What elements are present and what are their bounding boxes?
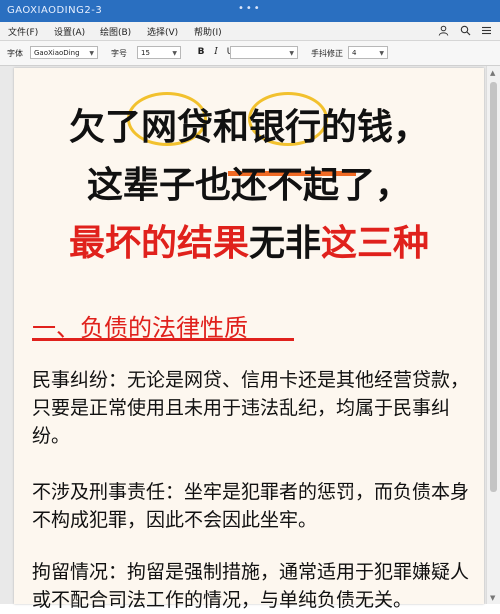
font-label: 字体 [7, 49, 23, 58]
menu-bar: 文件(F) 设置(A) 绘图(B) 选择(V) 帮助(I) [0, 22, 500, 41]
paragraph: 拘留情况：拘留是强制措施，通常适用于犯罪嫌疑人或不配合司法工作的情况，与单纯负债… [32, 561, 470, 611]
paragraph: 不涉及刑事责任：坐牢是犯罪者的惩罚，而负债本身不构成犯罪，因此不会因此坐牢。 [32, 481, 470, 531]
format-toolbar: 字体 GaoXiaoDing ▼ 字号 15 ▼ B I U ▼ 手抖修正 4 … [0, 41, 500, 66]
italic-button[interactable]: I [210, 47, 222, 57]
font-select[interactable]: GaoXiaoDing ▼ [30, 46, 98, 59]
menu-icon[interactable] [480, 25, 492, 37]
chevron-down-icon: ▼ [379, 50, 384, 57]
bold-button[interactable]: B [195, 47, 207, 57]
document-page[interactable]: 欠了网贷和银行的钱， 这辈子也还不起了， 最坏的结果无非这三种 一、负债的法律性… [14, 68, 484, 611]
menu-settings[interactable]: 设置(A) [54, 25, 85, 38]
chevron-down-icon: ▼ [89, 50, 94, 57]
menu-help[interactable]: 帮助(I) [194, 25, 222, 38]
headline-line-1: 欠了网贷和银行的钱， [68, 107, 430, 148]
headline-line-2: 这辈子也还不起了， [86, 165, 412, 206]
adjust-select-value: 4 [352, 49, 357, 57]
size-select-value: 15 [141, 49, 150, 57]
window-title: GAOXIAODING2-3 [7, 5, 103, 16]
scrollbar-thumb[interactable] [490, 82, 497, 492]
headline-line-3: 最坏的结果无非这三种 [68, 223, 430, 264]
chevron-down-icon: ▼ [172, 50, 177, 57]
user-icon[interactable] [437, 25, 449, 37]
adjust-label: 手抖修正 [311, 49, 343, 58]
menu-draw[interactable]: 绘图(B) [100, 25, 131, 38]
window-drag-dots[interactable]: ••• [238, 3, 262, 14]
scroll-up-icon[interactable]: ▲ [490, 69, 495, 77]
font-select-value: GaoXiaoDing [34, 49, 80, 57]
paragraph: 民事纠纷：无论是网贷、信用卡还是其他经营贷款，只要是正常使用且未用于违法乱纪，均… [32, 369, 470, 447]
window-titlebar: GAOXIAODING2-3 ••• [0, 0, 500, 22]
size-label: 字号 [111, 49, 127, 58]
search-icon[interactable] [459, 25, 471, 37]
section-underline [32, 338, 294, 341]
menu-select[interactable]: 选择(V) [147, 25, 178, 38]
chevron-down-icon: ▼ [289, 50, 294, 57]
menu-file[interactable]: 文件(F) [8, 25, 38, 38]
vertical-scrollbar[interactable]: ▲ ▼ [486, 66, 500, 604]
color-select[interactable]: ▼ [230, 46, 298, 59]
adjust-select[interactable]: 4 ▼ [348, 46, 388, 59]
size-select[interactable]: 15 ▼ [137, 46, 181, 59]
scroll-down-icon[interactable]: ▼ [490, 594, 495, 602]
